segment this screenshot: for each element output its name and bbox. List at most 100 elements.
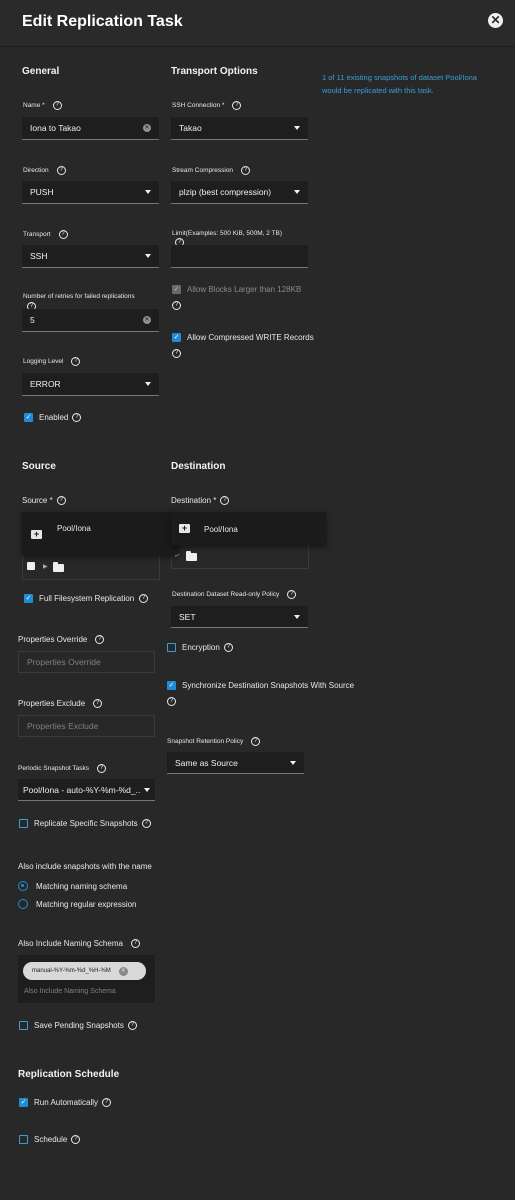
properties-override-placeholder: Properties Override: [27, 657, 101, 667]
help-icon[interactable]: ?: [95, 635, 105, 645]
readonly-policy-select[interactable]: SET: [171, 606, 308, 628]
stream-compression-value: plzip (best compression): [179, 187, 272, 197]
properties-exclude-input[interactable]: Properties Exclude: [18, 715, 155, 737]
readonly-policy-label: Destination Dataset Read-only Policy?: [172, 590, 297, 599]
name-input[interactable]: Iona to Takao ✕: [22, 117, 159, 140]
chevron-down-icon: [294, 126, 300, 130]
stream-compression-select[interactable]: plzip (best compression): [171, 181, 308, 204]
direction-label: Direction?: [23, 166, 66, 175]
transport-value: SSH: [30, 251, 48, 261]
add-folder-icon[interactable]: +: [179, 524, 190, 533]
ssh-connection-label: SSH Connection *?: [172, 101, 242, 110]
destination-label: Destination *?: [171, 496, 230, 506]
source-label: Source *?: [22, 496, 66, 506]
help-icon[interactable]: ?: [72, 413, 82, 423]
sync-snapshots-checkbox[interactable]: ✓: [167, 681, 176, 690]
save-pending-checkbox[interactable]: [19, 1021, 28, 1030]
help-icon[interactable]: ?: [141, 819, 151, 829]
help-icon[interactable]: ?: [56, 166, 66, 175]
source-popup-item[interactable]: Pool/Iona: [57, 524, 91, 533]
logging-label: Logging Level?: [23, 357, 81, 366]
allow-compressed-label: Allow Compressed WRITE Records: [187, 333, 314, 342]
allow-compressed-checkbox[interactable]: ✓: [172, 333, 181, 342]
destination-dataset-popup[interactable]: [171, 512, 326, 545]
periodic-tasks-label: Periodic Snapshot Tasks?: [18, 764, 107, 773]
help-icon[interactable]: ?: [102, 1098, 112, 1108]
encryption-checkbox[interactable]: [167, 643, 176, 652]
add-folder-icon[interactable]: +: [31, 530, 42, 539]
retries-value: 5: [30, 315, 35, 325]
snapshot-info-text: 1 of 11 existing snapshots of dataset Po…: [322, 73, 477, 95]
retries-label: Number of retries for failed replication…: [23, 293, 135, 300]
expand-icon[interactable]: ▶: [43, 563, 48, 570]
help-icon[interactable]: ?: [287, 590, 297, 599]
remove-chip-icon[interactable]: ✕: [118, 966, 128, 976]
close-icon[interactable]: ✕: [488, 13, 503, 28]
properties-override-input[interactable]: Properties Override: [18, 651, 155, 673]
help-icon[interactable]: ?: [172, 301, 181, 310]
help-icon[interactable]: ?: [127, 1021, 137, 1031]
help-icon[interactable]: ?: [167, 697, 176, 706]
destination-popup-item[interactable]: Pool/Iona: [204, 525, 238, 534]
source-dataset-popup[interactable]: [22, 512, 178, 555]
chevron-down-icon: [145, 382, 151, 386]
periodic-tasks-select[interactable]: Pool/Iona - auto-%Y-%m-%d_...: [18, 779, 155, 801]
full-filesystem-checkbox[interactable]: ✓: [24, 594, 33, 603]
clear-icon[interactable]: ✕: [143, 124, 151, 132]
help-icon[interactable]: ?: [241, 166, 251, 175]
schedule-label: Schedule?: [34, 1135, 81, 1145]
chevron-down-icon: [145, 254, 151, 258]
help-icon[interactable]: ?: [251, 737, 261, 746]
help-icon[interactable]: ?: [71, 1135, 81, 1145]
help-icon[interactable]: ?: [223, 643, 233, 653]
stream-compression-label: Stream Compression?: [172, 166, 251, 175]
help-icon[interactable]: ?: [172, 349, 181, 358]
chevron-down-icon: [144, 787, 150, 792]
help-icon[interactable]: ?: [220, 496, 230, 506]
allow-large-blocks-label: Allow Blocks Larger than 128KB: [187, 285, 302, 294]
limit-input[interactable]: [171, 245, 308, 268]
readonly-policy-value: SET: [179, 611, 196, 622]
properties-exclude-label: Properties Exclude?: [18, 699, 103, 709]
also-include-label: Also include snapshots with the name: [18, 862, 152, 871]
help-icon[interactable]: ?: [93, 699, 103, 709]
name-label: Name *?: [23, 101, 62, 110]
logging-value: ERROR: [30, 379, 61, 389]
run-automatically-label: Run Automatically?: [34, 1098, 112, 1108]
dialog-title: Edit Replication Task: [22, 13, 183, 30]
ssh-connection-select[interactable]: Takao: [171, 117, 308, 140]
source-tree-checkbox[interactable]: [27, 562, 35, 570]
run-automatically-checkbox[interactable]: ✓: [19, 1098, 28, 1107]
help-icon[interactable]: ?: [58, 230, 68, 239]
direction-select[interactable]: PUSH: [22, 181, 159, 204]
schedule-checkbox[interactable]: [19, 1135, 28, 1144]
naming-schema-chip[interactable]: manual-%Y-%m-%d_%H-%M ✕: [23, 962, 146, 980]
enabled-checkbox[interactable]: ✓: [24, 413, 33, 422]
clear-icon[interactable]: ✕: [143, 316, 151, 324]
transport-select[interactable]: SSH: [22, 245, 159, 268]
retention-policy-label: Snapshot Retention Policy?: [167, 737, 261, 746]
direction-value: PUSH: [30, 187, 54, 197]
ssh-connection-value: Takao: [179, 123, 202, 133]
help-icon[interactable]: ?: [97, 764, 107, 773]
replicate-specific-checkbox[interactable]: [19, 819, 28, 828]
allow-large-blocks-checkbox[interactable]: ✓: [172, 285, 181, 294]
naming-schema-radio[interactable]: [18, 881, 28, 891]
help-icon[interactable]: ?: [52, 101, 62, 110]
help-icon[interactable]: ?: [71, 357, 81, 366]
retention-policy-select[interactable]: Same as Source: [167, 752, 304, 774]
chevron-down-icon: [290, 760, 296, 765]
chevron-down-icon: [145, 190, 151, 194]
help-icon[interactable]: ?: [232, 101, 242, 110]
logging-select[interactable]: ERROR: [22, 373, 159, 396]
help-icon[interactable]: ?: [56, 496, 66, 506]
transport-options-section-title: Transport Options: [171, 66, 258, 77]
naming-schema-radio-label: Matching naming schema: [36, 882, 128, 891]
help-icon[interactable]: ?: [130, 939, 140, 949]
help-icon[interactable]: ?: [139, 594, 149, 604]
properties-override-label: Properties Override?: [18, 635, 105, 645]
sync-snapshots-label: Synchronize Destination Snapshots With S…: [182, 681, 355, 690]
enabled-label: Enabled?: [39, 413, 82, 423]
regex-radio[interactable]: [18, 899, 28, 909]
retries-input[interactable]: 5 ✕: [22, 309, 159, 332]
